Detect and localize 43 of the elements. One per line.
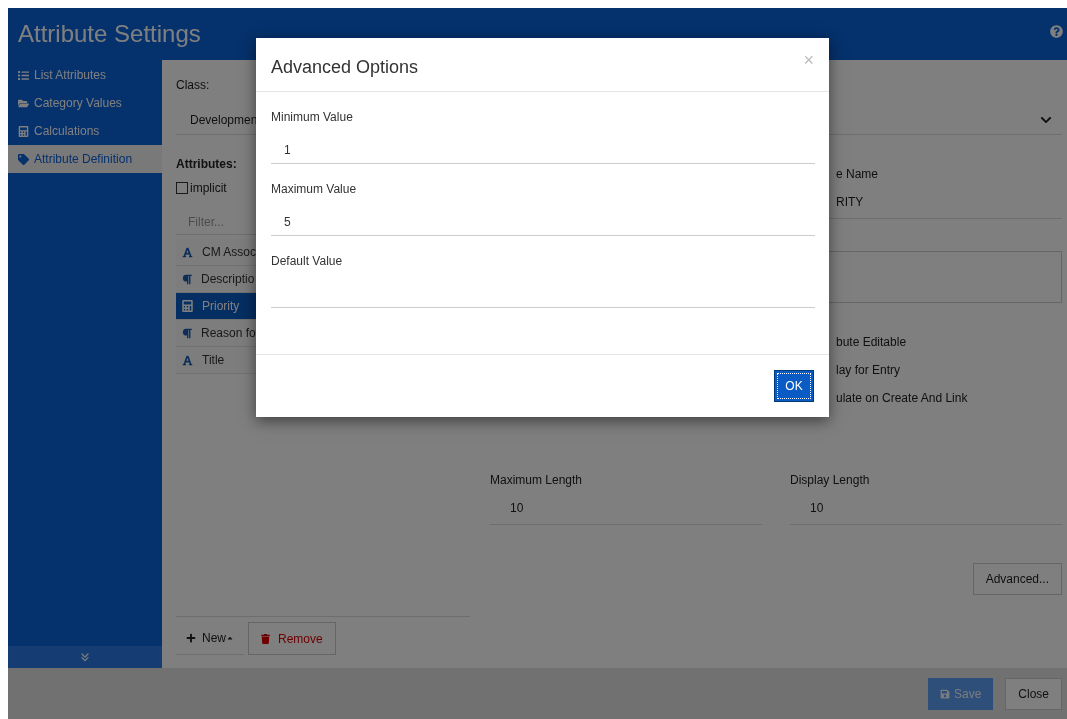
class-label: Class: (176, 77, 211, 94)
sidebar-item[interactable]: Category Values (8, 89, 162, 117)
ok-button[interactable]: OK (774, 370, 814, 402)
field-label: Default Value (271, 253, 344, 270)
help-icon[interactable] (1050, 24, 1063, 38)
font-icon (182, 354, 193, 366)
folder-icon (18, 97, 29, 109)
calculator-icon (182, 300, 193, 312)
length-label: Display Length (790, 472, 871, 489)
implicit-label: implicit (190, 180, 227, 197)
sidebar-item[interactable]: Calculations (8, 117, 162, 145)
option-label: ulate on Create And Link (835, 390, 969, 407)
sidebar-item[interactable]: Attribute Definition (8, 145, 162, 173)
length-label: Maximum Length (490, 472, 584, 489)
length-field[interactable]: 10 (490, 499, 762, 525)
calculator-icon (18, 125, 29, 137)
trash-icon (261, 633, 270, 644)
plus-icon (186, 633, 196, 643)
sidebar-item[interactable]: List Attributes (8, 61, 162, 89)
value-field[interactable]: 5 (271, 208, 815, 236)
value-field[interactable]: 1 (271, 136, 815, 164)
option-label: bute Editable (835, 334, 908, 351)
app-title: Attribute Settings (18, 19, 201, 49)
advanced-button[interactable]: Advanced... (972, 563, 1062, 595)
save-icon (939, 688, 950, 699)
option-label: lay for Entry (835, 362, 902, 379)
font-icon (182, 246, 193, 258)
field-label: Maximum Value (271, 181, 358, 198)
remove-button[interactable]: Remove (248, 622, 336, 655)
attributes-label: Attributes: (176, 156, 238, 173)
implicit-checkbox[interactable] (176, 182, 188, 194)
paragraph-icon (182, 327, 192, 339)
tag-icon (18, 153, 29, 165)
list-icon (18, 69, 29, 81)
field-label: Minimum Value (271, 109, 354, 126)
new-button[interactable]: New (176, 622, 244, 655)
length-field[interactable]: 10 (790, 499, 1062, 525)
paragraph-icon (182, 273, 192, 285)
double-chevron-icon (79, 651, 91, 663)
close-button[interactable]: Close (1005, 677, 1062, 710)
caret-up-icon (226, 634, 234, 642)
dialog-title: Advanced Options (271, 56, 419, 79)
name-label: e Name (835, 166, 880, 183)
